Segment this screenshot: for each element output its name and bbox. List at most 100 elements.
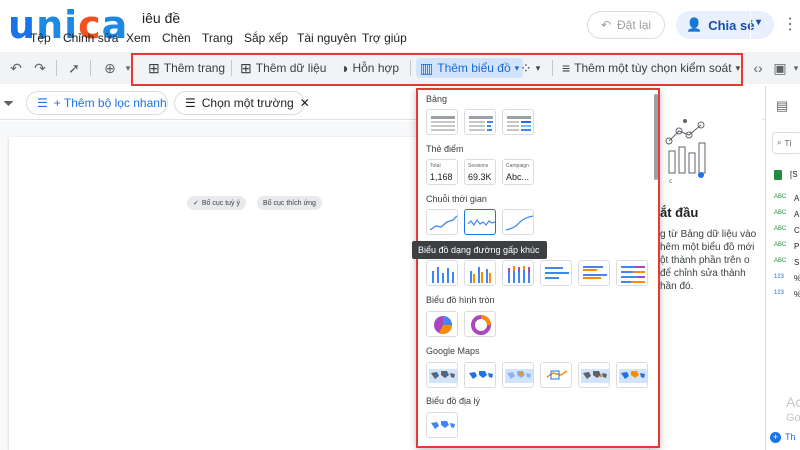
reset-button[interactable]: ↶ Đặt lại [587, 11, 665, 39]
panel-toggle-icon[interactable]: ▤ [776, 98, 788, 114]
menu-help[interactable]: Trợ giúp [362, 31, 407, 45]
sparkline-option[interactable] [464, 209, 496, 235]
column-chart-icon [432, 267, 454, 283]
section-table: Bảng [426, 94, 448, 104]
responsive-layout-chip[interactable]: Bố cục thích ứng [257, 196, 322, 210]
watermark-text: Go [786, 412, 800, 424]
highlight-toolbar-box [131, 53, 743, 86]
column-chart-option[interactable] [426, 260, 458, 286]
field-row[interactable]: 123% [774, 290, 800, 299]
field-label: A [794, 210, 800, 219]
scorecard-label: Sessions [468, 163, 489, 169]
search-placeholder: Tì [784, 138, 792, 148]
table-icon [431, 116, 455, 131]
undo-icon[interactable]: ↶ [6, 58, 26, 78]
select-cursor-icon[interactable]: ➚ [64, 58, 84, 78]
field-row[interactable]: ABC C [774, 226, 800, 235]
redo-icon[interactable]: ↷ [30, 58, 50, 78]
add-field-button[interactable]: + Th [770, 432, 796, 443]
world-map-icon [505, 369, 533, 383]
pie-chart-icon [434, 316, 452, 334]
field-row[interactable]: ABC A [774, 210, 799, 219]
grouped-bar-chart-option[interactable] [578, 260, 610, 286]
undo-reset-icon: ↶ [600, 18, 612, 32]
pie-chart-option[interactable] [426, 311, 458, 337]
responsive-layout-label: Bố cục thích ứng [263, 199, 316, 207]
share-button[interactable]: 👤 Chia sẻ ▾ [676, 11, 774, 39]
donut-chart-option[interactable] [464, 311, 496, 337]
field-search-input[interactable]: ⌕ Tì [772, 132, 800, 154]
document-title[interactable]: iêu đề [142, 10, 180, 26]
field-label: S [794, 258, 800, 267]
table-bars-chart-option[interactable] [464, 109, 496, 135]
world-map-icon [619, 369, 647, 383]
section-geo: Biểu đồ địa lý [426, 396, 481, 406]
scorecard-value: 1,168 [430, 172, 453, 182]
table-heatmap-chart-option[interactable] [502, 109, 534, 135]
stacked-bar-icon [621, 266, 645, 283]
custom-layout-label: Bố cục tuỳ ý [201, 199, 241, 207]
field-row[interactable]: ABC S [774, 258, 799, 267]
more-options-icon[interactable]: ⋮ [782, 14, 798, 34]
choose-field-chip[interactable]: ☰ Chọn một trường ✕ [174, 91, 310, 115]
field-type: ABC [774, 242, 787, 248]
close-icon[interactable]: ✕ [300, 96, 310, 110]
geo-chart-option[interactable] [426, 412, 458, 438]
image-dropdown-icon[interactable]: ▾ [786, 58, 800, 78]
add-quick-filter-chip[interactable]: ☰ + Thêm bộ lọc nhanh [26, 91, 168, 115]
field-row[interactable]: ABC A [774, 194, 799, 203]
table-bars-icon [469, 116, 493, 131]
table-chart-option[interactable] [426, 109, 458, 135]
field-label: P [794, 242, 800, 251]
smoothed-timeseries-option[interactable] [502, 209, 534, 235]
scorecard-label: Campaign [506, 163, 529, 169]
menu-file[interactable]: Tệp [30, 31, 51, 45]
field-type: ABC [774, 210, 787, 216]
custom-layout-chip[interactable]: ✓ Bố cục tuỳ ý [187, 196, 247, 210]
grouped-bar-icon [583, 266, 607, 279]
filled-map-option[interactable] [464, 362, 496, 388]
scorecard-label: Total [430, 163, 441, 169]
zoom-icon[interactable]: ⊕ [100, 58, 120, 78]
scorecard-value: Abc... [506, 172, 530, 182]
data-source-row[interactable]: [S [774, 170, 798, 180]
menu-page[interactable]: Trang [202, 31, 233, 45]
field-type: 123 [774, 290, 785, 296]
filter-icon[interactable]: ⏷ [3, 95, 14, 112]
share-label: Chia sẻ [708, 17, 755, 33]
bubble-map-option[interactable] [426, 362, 458, 388]
line-map-option[interactable] [540, 362, 572, 388]
scorecard-option[interactable]: Total 1,168 [426, 159, 458, 185]
stacked-column-chart-option[interactable] [502, 260, 534, 286]
scorecard-compact-option[interactable]: Sessions 69.3K [464, 159, 496, 185]
stacked-bar-chart-option[interactable] [616, 260, 648, 286]
menu-arrange[interactable]: Sắp xếp [244, 31, 288, 45]
menu-resource[interactable]: Tài nguyên [297, 31, 356, 45]
timeseries-option[interactable] [426, 209, 458, 235]
chart-illustration-icon: c [665, 119, 706, 185]
field-row[interactable]: ABC P [774, 242, 799, 251]
menu-edit[interactable]: Chỉnh sửa [63, 31, 118, 45]
data-side-panel: ▤ ⌕ Tì [S ABCA ABCA ABCC ABCP ABCS 123% … [765, 86, 800, 450]
scorecard-text-option[interactable]: Campaign Abc... [502, 159, 534, 185]
menu-view[interactable]: Xem [126, 31, 151, 45]
field-type: 123 [774, 274, 785, 280]
add-field-label: Th [785, 432, 796, 442]
grouped-column-chart-option[interactable] [464, 260, 496, 286]
code-embed-icon[interactable]: ‹› [748, 58, 768, 78]
field-label: % [794, 274, 800, 283]
world-map-icon [467, 369, 495, 383]
share-dropdown-icon[interactable]: ▾ [756, 17, 761, 28]
heatmap-map-option[interactable] [502, 362, 534, 388]
route-map-icon [543, 369, 571, 383]
filled-color-map-option[interactable] [616, 362, 648, 388]
menu-scrollbar[interactable] [654, 94, 658, 180]
field-type: ABC [774, 226, 787, 232]
table-heatmap-icon [507, 116, 531, 131]
menu-insert[interactable]: Chèn [162, 31, 191, 45]
field-row[interactable]: 123% [774, 274, 800, 283]
section-google-maps: Google Maps [426, 346, 480, 356]
combo-map-option[interactable] [578, 362, 610, 388]
menu-bar: Tệp Chỉnh sửa Xem Chèn Trang Sắp xếp Tài… [0, 31, 420, 47]
bar-chart-option[interactable] [540, 260, 572, 286]
